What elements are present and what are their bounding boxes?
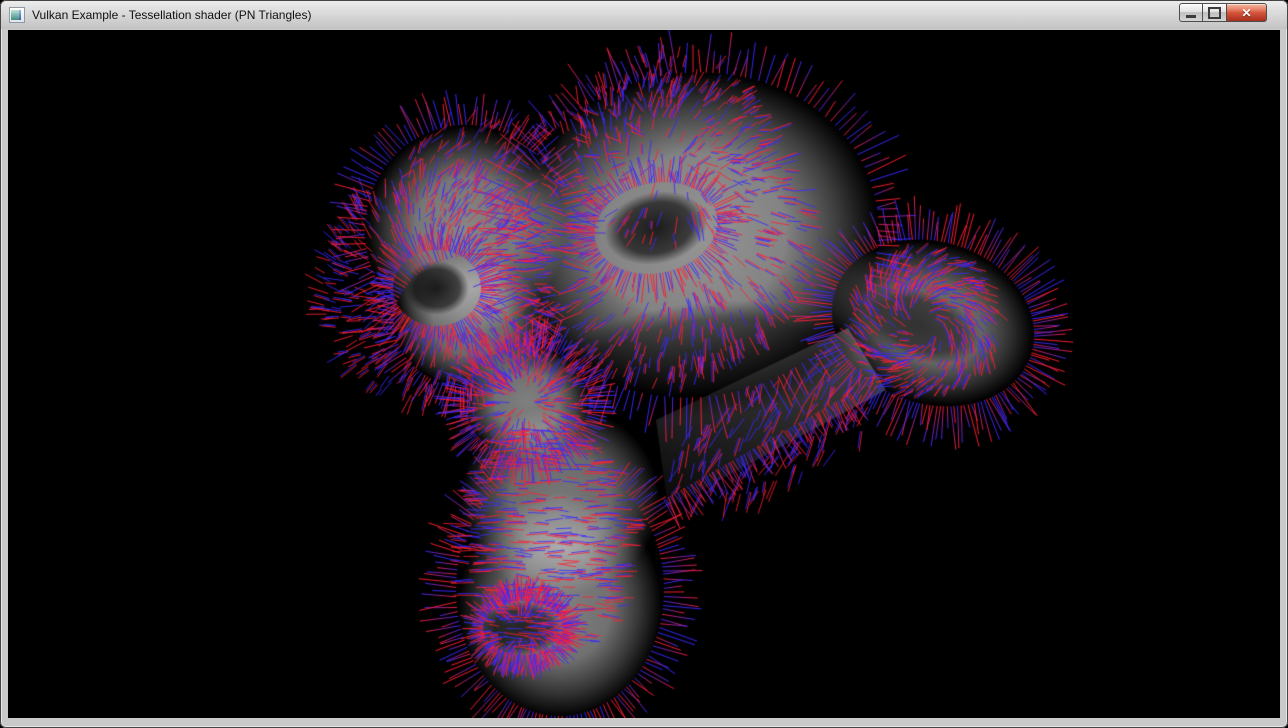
close-button[interactable]: ✕ — [1226, 3, 1267, 22]
titlebar[interactable]: Vulkan Example - Tessellation shader (PN… — [1, 1, 1287, 29]
application-icon-pane — [11, 10, 19, 20]
minimize-icon — [1186, 15, 1196, 18]
render-canvas[interactable] — [8, 30, 1280, 718]
render-viewport — [8, 30, 1280, 718]
minimize-button[interactable] — [1179, 3, 1203, 22]
close-icon: ✕ — [1241, 7, 1251, 19]
application-icon-pane — [19, 10, 21, 20]
window-controls: ✕ — [1180, 3, 1267, 22]
application-icon[interactable] — [9, 7, 25, 23]
window-title: Vulkan Example - Tessellation shader (PN… — [32, 8, 311, 22]
application-window: Vulkan Example - Tessellation shader (PN… — [0, 0, 1288, 728]
maximize-button[interactable] — [1202, 3, 1227, 22]
maximize-icon — [1208, 7, 1221, 19]
